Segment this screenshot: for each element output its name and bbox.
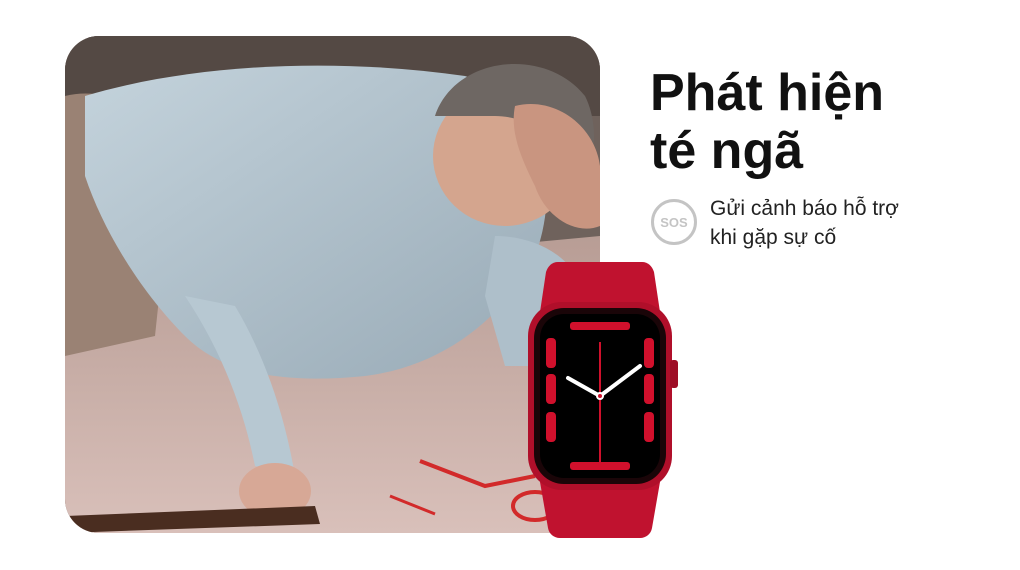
watch-illustration: [528, 262, 678, 538]
feature-line-1: Gửi cảnh báo hỗ trợ: [710, 197, 899, 220]
sos-icon-label: SOS: [660, 215, 688, 230]
fall-detection-banner: Phát hiện té ngã SOS Gửi cảnh báo hỗ trợ…: [0, 0, 1020, 570]
title-line-1: Phát hiện: [650, 64, 885, 122]
sos-feature: SOS Gửi cảnh báo hỗ trợ khi gặp sự cố: [650, 194, 990, 252]
sos-icon: SOS: [651, 199, 697, 245]
page-title: Phát hiện té ngã: [650, 64, 990, 180]
feature-line-2: khi gặp sự cố: [710, 226, 837, 249]
title-line-2: té ngã: [650, 122, 804, 180]
feature-description: Gửi cảnh báo hỗ trợ khi gặp sự cố: [710, 194, 990, 252]
smartwatch-image: [520, 262, 680, 538]
